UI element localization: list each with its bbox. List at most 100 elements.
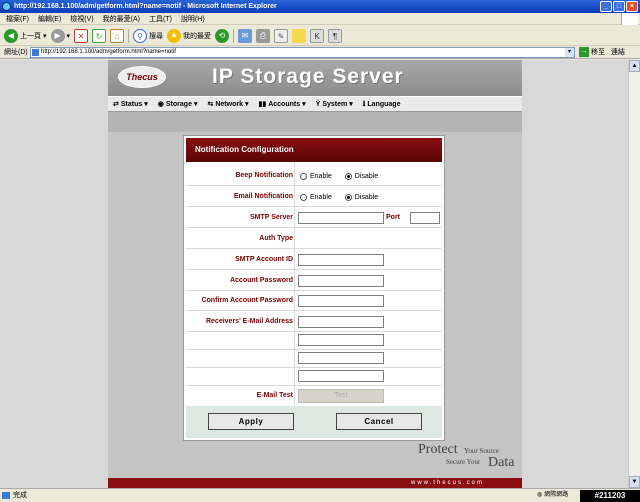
nav-language[interactable]: ℹ Language bbox=[362, 100, 401, 109]
favorites-button[interactable]: ★ 我的最愛 bbox=[167, 28, 212, 43]
receiver-row-2 bbox=[186, 330, 442, 350]
account-id-row: SMTP Account ID bbox=[186, 250, 442, 270]
email-disable-radio[interactable] bbox=[344, 193, 352, 201]
mail-icon[interactable]: ✉ bbox=[238, 28, 253, 43]
language-icon: ℹ bbox=[362, 101, 366, 108]
maximize-button[interactable]: □ bbox=[613, 1, 625, 12]
minimize-button[interactable]: _ bbox=[600, 1, 612, 12]
system-icon: Ÿ bbox=[315, 100, 321, 108]
receiver-email-input-4[interactable] bbox=[298, 370, 384, 382]
address-url: http://192.168.1.100/adm/getform.html?na… bbox=[41, 49, 176, 55]
email-row: Email Notification Enable Disable bbox=[186, 187, 442, 207]
print-icon[interactable]: ⎙ bbox=[256, 28, 271, 43]
slogan-word-2: Data bbox=[488, 455, 515, 470]
email-test-label: E-Mail Test bbox=[256, 392, 293, 399]
receiver-row-3 bbox=[186, 348, 442, 368]
test-button[interactable]: Test bbox=[298, 389, 384, 403]
header-band bbox=[108, 112, 522, 132]
folder-icon[interactable] bbox=[292, 28, 307, 43]
star-icon: ★ bbox=[167, 28, 182, 43]
notification-panel: Notification Configuration Beep Notifica… bbox=[183, 135, 445, 441]
nav-status[interactable]: ⇄ Status ▾ bbox=[113, 100, 148, 109]
browser-viewport: Thecus IP Storage Server ⇄ Status ▾ ◉ St… bbox=[0, 60, 628, 488]
receiver-email-input-3[interactable] bbox=[298, 352, 384, 364]
back-button[interactable]: ◀ 上一頁 ▾ bbox=[4, 28, 47, 43]
receiver-row-4 bbox=[186, 366, 442, 386]
research-icon[interactable]: ¶ bbox=[328, 28, 343, 43]
go-button[interactable]: → 移至 bbox=[579, 47, 605, 57]
address-bar: 網址(D) http://192.168.1.100/adm/getform.h… bbox=[0, 46, 640, 59]
password-input[interactable] bbox=[298, 275, 384, 287]
menu-view[interactable]: 檢視(V) bbox=[70, 14, 93, 24]
receiver-email-input-1[interactable] bbox=[298, 316, 384, 328]
refresh-icon[interactable]: ↻ bbox=[92, 28, 107, 43]
site-footer: www.thecus.com bbox=[108, 478, 522, 488]
favorites-label: 我的最愛 bbox=[183, 32, 212, 40]
chevron-down-icon: ▾ bbox=[349, 101, 353, 108]
vertical-scrollbar[interactable]: ▲ ▼ bbox=[628, 60, 640, 488]
apply-button[interactable]: Apply bbox=[208, 413, 294, 430]
chevron-down-icon: ▾ bbox=[43, 32, 47, 40]
menu-edit[interactable]: 編輯(E) bbox=[38, 14, 61, 24]
account-id-input[interactable] bbox=[298, 254, 384, 266]
globe-icon: ◍ bbox=[537, 492, 543, 498]
nav-accounts-label: Accounts bbox=[268, 100, 301, 108]
page-icon bbox=[32, 49, 39, 56]
beep-radios: Enable Disable bbox=[300, 166, 378, 186]
address-label: 網址(D) bbox=[4, 49, 28, 56]
toolbar-separator bbox=[233, 28, 235, 43]
edit-icon[interactable]: ✎ bbox=[274, 28, 289, 43]
beep-disable-radio[interactable] bbox=[344, 172, 352, 180]
receiver-row-1: Receivers' E-Mail Address bbox=[186, 312, 442, 332]
links-button[interactable]: 連結 bbox=[611, 47, 625, 57]
search-button[interactable]: ⚲ 搜尋 bbox=[133, 28, 163, 43]
forward-arrow-icon: ▶ bbox=[50, 28, 65, 43]
stop-icon[interactable]: ✕ bbox=[74, 28, 89, 43]
chevron-down-icon: ▾ bbox=[144, 101, 148, 108]
port-input[interactable] bbox=[410, 212, 440, 224]
address-dropdown-icon[interactable]: ▾ bbox=[565, 48, 574, 57]
confirm-password-input[interactable] bbox=[298, 295, 384, 307]
status-icon: ⇄ bbox=[113, 101, 119, 108]
messenger-icon[interactable]: K bbox=[310, 28, 325, 43]
thecus-logo: Thecus bbox=[118, 66, 166, 88]
history-icon[interactable]: ⟲ bbox=[215, 28, 230, 43]
nav-storage[interactable]: ◉ Storage ▾ bbox=[158, 100, 198, 109]
nav-system[interactable]: Ÿ System ▾ bbox=[315, 100, 353, 109]
email-test-row: E-Mail Test Test bbox=[186, 386, 442, 406]
nav-network[interactable]: ⇆ Network ▾ bbox=[207, 100, 249, 109]
home-icon[interactable]: ⌂ bbox=[110, 28, 125, 43]
email-disable-label: Disable bbox=[354, 193, 379, 201]
account-id-label: SMTP Account ID bbox=[235, 256, 293, 263]
menu-favorites[interactable]: 我的最愛(A) bbox=[103, 14, 140, 24]
nav-accounts[interactable]: ▮▮ Accounts ▾ bbox=[259, 100, 306, 109]
cancel-button[interactable]: Cancel bbox=[336, 413, 422, 430]
status-text: 完成 bbox=[13, 492, 27, 499]
scroll-up-icon[interactable]: ▲ bbox=[629, 60, 640, 72]
slogan-word-1: Protect bbox=[418, 442, 458, 457]
menu-file[interactable]: 檔案(F) bbox=[6, 14, 29, 24]
smtp-server-input[interactable] bbox=[298, 212, 384, 224]
brand-title: IP Storage Server bbox=[212, 65, 404, 88]
nav-language-label: Language bbox=[367, 100, 401, 108]
menu-help[interactable]: 說明(H) bbox=[181, 14, 205, 24]
email-enable-radio[interactable] bbox=[300, 193, 307, 201]
chevron-down-icon: ▾ bbox=[244, 101, 249, 108]
menu-tools[interactable]: 工具(T) bbox=[149, 14, 172, 24]
back-label: 上一頁 bbox=[20, 32, 41, 40]
close-button[interactable]: × bbox=[626, 1, 638, 12]
beep-enable-radio[interactable] bbox=[300, 172, 307, 180]
nav-status-label: Status bbox=[120, 100, 143, 108]
forward-button[interactable]: ▶ ▾ bbox=[50, 28, 70, 43]
scroll-down-icon[interactable]: ▼ bbox=[629, 476, 640, 488]
toolbar-separator bbox=[128, 28, 130, 43]
chevron-down-icon: ▾ bbox=[193, 101, 198, 108]
password-row: Account Password bbox=[186, 271, 442, 291]
password-label: Account Password bbox=[229, 277, 293, 284]
receivers-label: Receivers' E-Mail Address bbox=[205, 318, 293, 325]
go-arrow-icon: → bbox=[579, 47, 589, 57]
address-input[interactable]: http://192.168.1.100/adm/getform.html?na… bbox=[30, 47, 575, 58]
smtp-label: SMTP Server bbox=[249, 214, 293, 221]
action-bar: Apply Cancel bbox=[186, 406, 442, 438]
receiver-email-input-2[interactable] bbox=[298, 334, 384, 346]
